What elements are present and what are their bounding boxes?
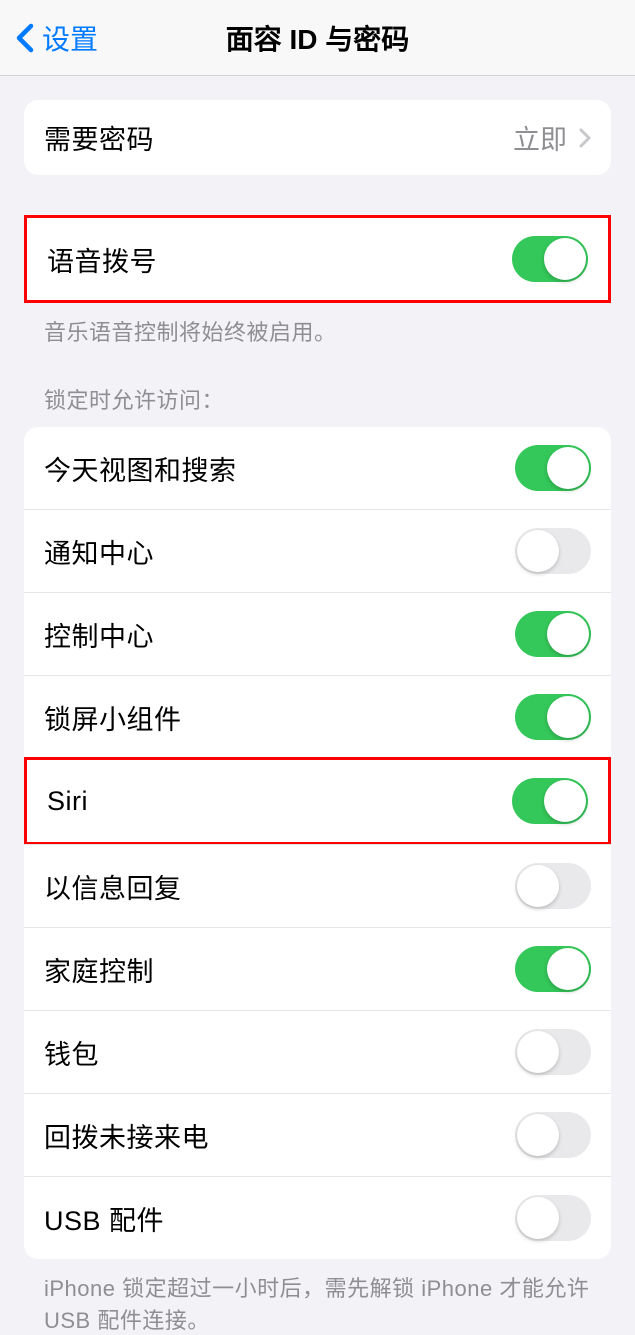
lock-access-toggle[interactable] <box>515 1195 591 1241</box>
lock-access-label: Siri <box>47 786 88 817</box>
lock-access-row: Siri <box>24 757 611 845</box>
lock-access-label: 锁屏小组件 <box>44 698 182 737</box>
lock-access-label: USB 配件 <box>44 1199 164 1238</box>
back-button[interactable]: 设置 <box>16 18 98 58</box>
require-passcode-label: 需要密码 <box>44 118 154 157</box>
lock-access-label: 以信息回复 <box>44 867 182 906</box>
lock-access-label: 通知中心 <box>44 532 154 571</box>
voice-dial-group: 语音拨号 <box>24 215 611 303</box>
require-passcode-value: 立即 <box>513 118 567 157</box>
lock-access-row: 今天视图和搜索 <box>24 427 611 509</box>
page-title: 面容 ID 与密码 <box>226 18 410 58</box>
lock-access-toggle[interactable] <box>515 611 591 657</box>
lock-access-label: 控制中心 <box>44 615 154 654</box>
lock-access-toggle[interactable] <box>512 778 588 824</box>
lock-access-label: 今天视图和搜索 <box>44 449 237 488</box>
lock-access-row: 家庭控制 <box>24 927 611 1010</box>
chevron-right-icon <box>579 128 591 148</box>
lock-access-row: 控制中心 <box>24 592 611 675</box>
lock-access-toggle[interactable] <box>515 694 591 740</box>
lock-access-label: 回拨未接来电 <box>44 1116 209 1155</box>
voice-dial-footer: 音乐语音控制将始终被启用。 <box>24 303 611 347</box>
lock-access-toggle[interactable] <box>515 528 591 574</box>
lock-access-toggle[interactable] <box>515 946 591 992</box>
navigation-header: 设置 面容 ID 与密码 <box>0 0 635 76</box>
lock-access-row: 回拨未接来电 <box>24 1093 611 1176</box>
lock-access-toggle[interactable] <box>515 445 591 491</box>
lock-access-row: USB 配件 <box>24 1176 611 1259</box>
lock-access-footer: iPhone 锁定超过一小时后，需先解锁 iPhone 才能允许 USB 配件连… <box>24 1259 611 1335</box>
chevron-left-icon <box>16 23 34 53</box>
require-passcode-row[interactable]: 需要密码 立即 <box>24 100 611 175</box>
lock-access-row: 锁屏小组件 <box>24 675 611 758</box>
lock-access-toggle[interactable] <box>515 863 591 909</box>
lock-access-row: 以信息回复 <box>24 844 611 927</box>
voice-dial-toggle[interactable] <box>512 236 588 282</box>
voice-dial-row: 语音拨号 <box>27 218 608 300</box>
lock-access-toggle[interactable] <box>515 1112 591 1158</box>
lock-access-group: 今天视图和搜索通知中心控制中心锁屏小组件 Siri 以信息回复家庭控制钱包回拨未接来… <box>24 427 611 1259</box>
lock-access-row: 钱包 <box>24 1010 611 1093</box>
lock-access-label: 家庭控制 <box>44 950 154 989</box>
voice-dial-label: 语音拨号 <box>47 240 157 279</box>
back-label: 设置 <box>42 18 98 58</box>
lock-access-label: 钱包 <box>44 1033 99 1072</box>
lock-access-row: 通知中心 <box>24 509 611 592</box>
require-passcode-group: 需要密码 立即 <box>24 100 611 175</box>
lock-access-toggle[interactable] <box>515 1029 591 1075</box>
lock-access-header: 锁定时允许访问： <box>24 347 611 427</box>
